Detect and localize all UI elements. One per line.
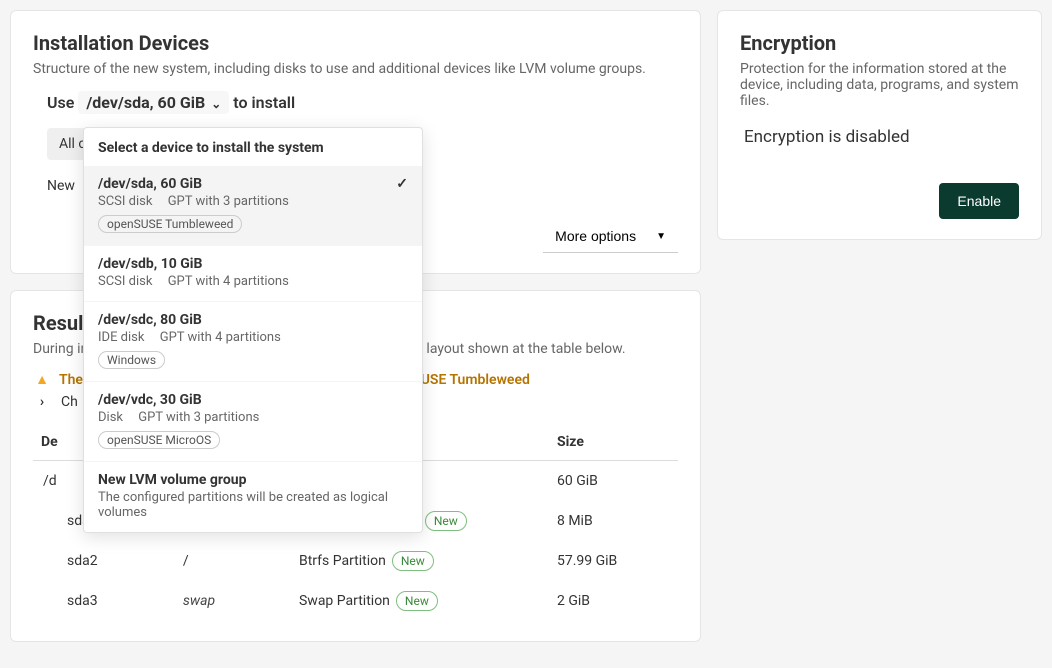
installation-devices-card: Installation Devices Structure of the ne… xyxy=(10,10,701,274)
device-menu-item[interactable]: /dev/vdc, 30 GiB DiskGPT with 3 partition… xyxy=(84,381,422,461)
use-prefix: Use xyxy=(47,93,74,112)
device-menu-header: Select a device to install the system xyxy=(84,128,422,166)
cell-details: Btrfs PartitionNew xyxy=(291,541,549,581)
device-menu-item-badge: openSUSE Tumbleweed xyxy=(98,215,242,233)
device-menu-item-badge: Windows xyxy=(98,351,165,369)
details-tag: New xyxy=(392,551,434,571)
check-icon: ✓ xyxy=(396,176,408,192)
cell-details: Swap PartitionNew xyxy=(291,581,549,621)
installation-devices-title: Installation Devices xyxy=(33,31,678,55)
device-select-menu: Select a device to install the system /d… xyxy=(83,127,423,533)
device-menu-item-sub: IDE diskGPT with 4 partitions xyxy=(98,330,408,345)
target-device-label: /dev/sda, 60 GiB xyxy=(86,93,205,112)
col-size: Size xyxy=(549,424,678,461)
device-menu-item-sub: DiskGPT with 3 partitions xyxy=(98,410,408,425)
encryption-card: Encryption Protection for the informatio… xyxy=(717,10,1042,240)
chevron-down-icon: ⌄ xyxy=(211,97,221,111)
table-row: sda3swapSwap PartitionNew2 GiB xyxy=(33,581,678,621)
new-label: New xyxy=(47,178,75,194)
cell-mount: / xyxy=(175,541,291,581)
cell-device: sda3 xyxy=(33,581,175,621)
cell-size: 8 MiB xyxy=(549,501,678,541)
table-row: sda2/Btrfs PartitionNew57.99 GiB xyxy=(33,541,678,581)
details-tag: New xyxy=(425,511,467,531)
details-tag: New xyxy=(396,591,438,611)
cell-size: 2 GiB xyxy=(549,581,678,621)
use-suffix: to install xyxy=(233,93,295,112)
encryption-desc: Protection for the information stored at… xyxy=(740,61,1019,109)
chevron-right-icon: › xyxy=(33,394,51,410)
device-menu-item-title: /dev/sdc, 80 GiB xyxy=(98,312,202,328)
device-menu-item[interactable]: New LVM volume group The configured parti… xyxy=(84,461,422,532)
encryption-status: Encryption is disabled xyxy=(744,127,1019,147)
device-menu-item[interactable]: /dev/sdc, 80 GiB IDE diskGPT with 4 parti… xyxy=(84,301,422,381)
cell-size: 57.99 GiB xyxy=(549,541,678,581)
cell-device: sda2 xyxy=(33,541,175,581)
device-menu-item-badge: openSUSE MicroOS xyxy=(98,431,220,449)
device-menu-item-title: /dev/vdc, 30 GiB xyxy=(98,392,202,408)
caret-down-icon: ▼ xyxy=(656,231,666,242)
cell-mount: swap xyxy=(175,581,291,621)
device-menu-item[interactable]: /dev/sda, 60 GiB ✓ SCSI diskGPT with 3 par… xyxy=(84,166,422,245)
target-device-select[interactable]: /dev/sda, 60 GiB ⌄ xyxy=(78,91,229,114)
device-menu-item-title: /dev/sda, 60 GiB xyxy=(98,176,202,192)
device-menu-item-sub: SCSI diskGPT with 3 partitions xyxy=(98,194,408,209)
device-menu-item-note: The configured partitions will be create… xyxy=(98,490,408,520)
enable-encryption-button[interactable]: Enable xyxy=(939,183,1019,219)
use-line: Use /dev/sda, 60 GiB ⌄ to install xyxy=(47,91,678,114)
device-menu-item-title: New LVM volume group xyxy=(98,472,246,488)
warning-icon: ▲ xyxy=(33,371,51,388)
device-menu-item-sub: SCSI diskGPT with 4 partitions xyxy=(98,274,408,289)
encryption-title: Encryption xyxy=(740,31,1019,55)
installation-devices-desc: Structure of the new system, including d… xyxy=(33,61,678,77)
more-options-button[interactable]: More options ▼ xyxy=(543,220,678,253)
device-menu-item-title: /dev/sdb, 10 GiB xyxy=(98,256,202,272)
device-menu-item[interactable]: /dev/sdb, 10 GiB SCSI diskGPT with 4 part… xyxy=(84,245,422,301)
cell-size: 60 GiB xyxy=(549,461,678,502)
